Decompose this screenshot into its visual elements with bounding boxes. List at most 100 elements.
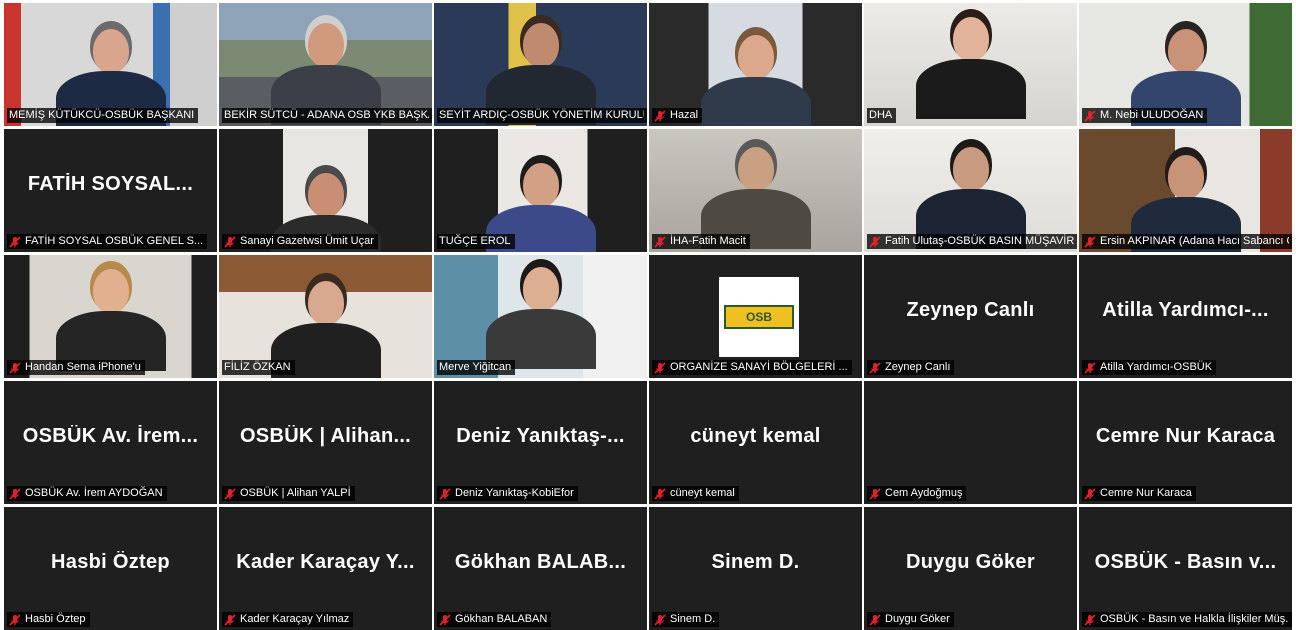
participant-tile[interactable]: Atilla Yardımcı-... Atilla Yardımcı-OSBÜK xyxy=(1079,255,1292,378)
participant-name-text: Cem Aydoğmuş xyxy=(885,487,963,499)
participant-display-name: OSBÜK | Alihan... xyxy=(239,425,412,447)
participant-name-text: Merve Yiğitcan xyxy=(439,361,512,373)
participant-name-label: BEKİR SÜTCÜ - ADANA OSB YKB BAŞKANI xyxy=(222,108,432,123)
participant-tile[interactable]: Zeynep Canlı Zeynep Canlı xyxy=(864,255,1077,378)
participant-name-text: Deniz Yanıktaş-KobiEfor xyxy=(455,487,574,499)
muted-mic-icon xyxy=(869,487,881,500)
participant-tile[interactable]: Duygu Göker Duygu Göker xyxy=(864,507,1077,630)
muted-mic-icon xyxy=(654,613,666,626)
muted-mic-icon xyxy=(1084,613,1096,626)
participant-name-label: DHA xyxy=(867,108,897,123)
muted-mic-icon xyxy=(654,235,666,248)
participant-name-label: MEMİŞ KÜTÜKCÜ-OSBÜK BAŞKANI xyxy=(7,108,199,123)
osb-logo: OSB xyxy=(719,277,799,357)
muted-mic-icon xyxy=(439,613,451,626)
participant-display-name: Sinem D. xyxy=(711,551,800,573)
participant-tile[interactable]: OSB ORGANİZE SANAYİ BÖLGELERİ ... xyxy=(649,255,862,378)
participant-name-label: FİLİZ ÖZKAN xyxy=(222,360,295,375)
muted-mic-icon xyxy=(654,487,666,500)
participant-name-text: TUĞÇE EROL xyxy=(439,235,511,247)
muted-mic-icon xyxy=(224,235,236,248)
participant-tile[interactable]: Handan Sema iPhone'u xyxy=(4,255,217,378)
participant-name-label: SEYİT ARDIÇ-OSBÜK YÖNETİM KURULU ... xyxy=(437,108,647,123)
participant-tile[interactable]: cüneyt kemal cüneyt kemal xyxy=(649,381,862,504)
participant-display-name: OSBÜK - Basın v... xyxy=(1094,551,1277,573)
participant-name-label: Hazal xyxy=(652,108,703,123)
participant-silhouette xyxy=(696,3,816,126)
participant-tile[interactable]: Sanayi Gazetwsi Ümit Uçar xyxy=(219,129,432,252)
participant-tile[interactable]: FATİH SOYSAL... FATİH SOYSAL OSBÜK GENEL … xyxy=(4,129,217,252)
participant-gallery: MEMİŞ KÜTÜKCÜ-OSBÜK BAŞKANI BEKİR SÜTCÜ -… xyxy=(4,3,1292,630)
participant-name-label: Cem Aydoğmuş xyxy=(867,486,967,501)
participant-tile[interactable]: OSBÜK Av. İrem... OSBÜK Av. İrem AYDOĞAN xyxy=(4,381,217,504)
participant-name-label: Zeynep Canlı xyxy=(867,360,955,375)
participant-tile[interactable]: OSBÜK | Alihan... OSBÜK | Alihan YALPİ xyxy=(219,381,432,504)
muted-mic-icon xyxy=(439,487,451,500)
participant-name-text: FİLİZ ÖZKAN xyxy=(224,361,291,373)
participant-name-text: DHA xyxy=(869,109,893,121)
participant-tile[interactable]: DHA xyxy=(864,3,1077,126)
muted-mic-icon xyxy=(224,613,236,626)
participant-name-label: Deniz Yanıktaş-KobiEfor xyxy=(437,486,578,501)
participant-name-text: ORGANİZE SANAYİ BÖLGELERİ ... xyxy=(670,361,848,373)
participant-display-name: cüneyt kemal xyxy=(690,425,821,447)
participant-display-name: Cemre Nur Karaca xyxy=(1095,425,1276,447)
participant-name-text: SEYİT ARDIÇ-OSBÜK YÖNETİM KURULU ... xyxy=(439,109,644,121)
participant-name-text: Hazal xyxy=(670,109,699,121)
participant-tile[interactable]: Cemre Nur Karaca Cemre Nur Karaca xyxy=(1079,381,1292,504)
participant-tile[interactable]: TUĞÇE EROL xyxy=(434,129,647,252)
participant-name-text: cüneyt kemal xyxy=(670,487,735,499)
participant-name-label: ORGANİZE SANAYİ BÖLGELERİ ... xyxy=(652,360,852,375)
participant-tile[interactable]: Gökhan BALAB... Gökhan BALABAN xyxy=(434,507,647,630)
muted-mic-icon xyxy=(1084,487,1096,500)
participant-display-name: Deniz Yanıktaş-... xyxy=(456,425,625,447)
participant-tile[interactable]: Merve Yiğitcan xyxy=(434,255,647,378)
participant-name-text: OSBÜK | Alihan YALPİ xyxy=(240,487,351,499)
muted-mic-icon xyxy=(9,613,21,626)
participant-tile[interactable]: FİLİZ ÖZKAN xyxy=(219,255,432,378)
muted-mic-icon xyxy=(9,361,21,374)
muted-mic-icon xyxy=(9,235,21,248)
participant-tile[interactable]: OSBÜK - Basın v... OSBÜK - Basın ve Halkl… xyxy=(1079,507,1292,630)
participant-name-text: M. Nebi ULUDOĞAN xyxy=(1100,109,1204,121)
muted-mic-icon xyxy=(654,109,666,122)
participant-name-label: Fatih Ulutaş-OSBÜK BASIN MÜŞAVİRİ xyxy=(867,234,1077,249)
participant-tile[interactable]: Hasbi Öztep Hasbi Öztep xyxy=(4,507,217,630)
participant-tile[interactable]: MEMİŞ KÜTÜKCÜ-OSBÜK BAŞKANI xyxy=(4,3,217,126)
participant-tile[interactable]: BEKİR SÜTCÜ - ADANA OSB YKB BAŞKANI xyxy=(219,3,432,126)
participant-name-label: Sanayi Gazetwsi Ümit Uçar xyxy=(222,234,378,249)
participant-name-label: FATİH SOYSAL OSBÜK GENEL S... xyxy=(7,234,208,249)
muted-mic-icon xyxy=(869,235,881,248)
muted-mic-icon xyxy=(224,487,236,500)
participant-tile[interactable]: Ersin AKPINAR (Adana Hacı Sabancı OSB... xyxy=(1079,129,1292,252)
participant-name-text: Ersin AKPINAR (Adana Hacı Sabancı OSB... xyxy=(1100,235,1289,247)
participant-display-name: Hasbi Öztep xyxy=(51,551,170,573)
participant-tile[interactable]: Fatih Ulutaş-OSBÜK BASIN MÜŞAVİRİ xyxy=(864,129,1077,252)
participant-name-label: cüneyt kemal xyxy=(652,486,739,501)
participant-tile[interactable]: İHA-Fatih Macit xyxy=(649,129,862,252)
participant-silhouette xyxy=(911,3,1031,126)
muted-mic-icon xyxy=(9,487,21,500)
participant-name-label: M. Nebi ULUDOĞAN xyxy=(1082,108,1208,123)
participant-name-text: Sanayi Gazetwsi Ümit Uçar xyxy=(240,235,374,247)
muted-mic-icon xyxy=(1084,235,1096,248)
participant-tile[interactable]: Sinem D. Sinem D. xyxy=(649,507,862,630)
participant-name-label: TUĞÇE EROL xyxy=(437,234,515,249)
participant-display-name: Zeynep Canlı xyxy=(906,299,1035,321)
osb-logo-text: OSB xyxy=(724,305,794,329)
participant-display-name: Atilla Yardımcı-... xyxy=(1102,299,1269,321)
participant-name-text: Cemre Nur Karaca xyxy=(1100,487,1192,499)
participant-tile[interactable]: Kader Karaçay Y... Kader Karaçay Yılmaz xyxy=(219,507,432,630)
muted-mic-icon xyxy=(1084,361,1096,374)
participant-tile[interactable]: SEYİT ARDIÇ-OSBÜK YÖNETİM KURULU ... xyxy=(434,3,647,126)
participant-tile[interactable]: Cem Aydoğmuş xyxy=(864,381,1077,504)
participant-tile[interactable]: Hazal xyxy=(649,3,862,126)
participant-name-label: OSBÜK | Alihan YALPİ xyxy=(222,486,355,501)
participant-tile[interactable]: M. Nebi ULUDOĞAN xyxy=(1079,3,1292,126)
participant-name-label: Merve Yiğitcan xyxy=(437,360,516,375)
participant-name-label: OSBÜK Av. İrem AYDOĞAN xyxy=(7,486,167,501)
participant-name-label: Cemre Nur Karaca xyxy=(1082,486,1196,501)
participant-display-name: Gökhan BALAB... xyxy=(454,551,627,573)
participant-tile[interactable]: Deniz Yanıktaş-... Deniz Yanıktaş-KobiEfo… xyxy=(434,381,647,504)
participant-display-name: FATİH SOYSAL... xyxy=(27,173,194,195)
